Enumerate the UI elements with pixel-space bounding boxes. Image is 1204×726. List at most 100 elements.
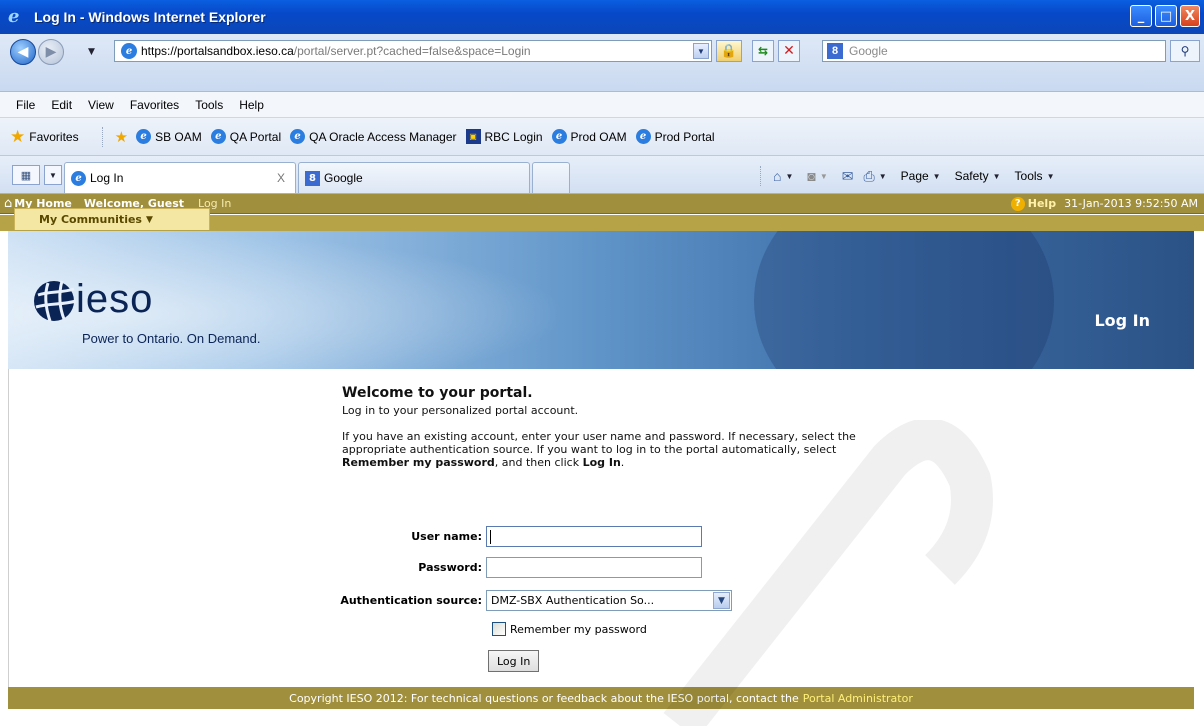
- help-link[interactable]: Help: [1028, 197, 1056, 210]
- safety-menu[interactable]: Safety: [955, 169, 989, 183]
- current-datetime: 31-Jan-2013 9:52:50 AM: [1064, 197, 1198, 210]
- maximize-button[interactable]: □: [1155, 5, 1177, 27]
- remember-password-label[interactable]: Remember my password: [510, 623, 647, 636]
- intro-text: Log in to your personalized portal accou…: [342, 404, 579, 417]
- menu-help[interactable]: Help: [239, 98, 264, 112]
- divider: [760, 166, 761, 186]
- instructions-bold-remember: Remember my password: [342, 456, 495, 469]
- password-row: Password:: [300, 557, 702, 578]
- portal-footer: Copyright IESO 2012: For technical quest…: [8, 687, 1194, 709]
- favorite-prod-oam[interactable]: e Prod OAM: [551, 129, 627, 144]
- menu-favorites[interactable]: Favorites: [130, 98, 179, 112]
- favorite-label: Prod OAM: [570, 129, 627, 144]
- tab-google[interactable]: 8 Google: [298, 162, 530, 193]
- auth-source-select[interactable]: DMZ-SBX Authentication So... ▼: [486, 590, 732, 611]
- favorites-button[interactable]: ★ Favorites: [10, 127, 79, 147]
- home-icon[interactable]: ⌂: [4, 196, 12, 211]
- new-tab-button[interactable]: [532, 162, 570, 193]
- favorite-label: QA Portal: [229, 129, 282, 144]
- banner-decoration: [754, 231, 1054, 369]
- page-title: Log In: [1094, 311, 1150, 330]
- tab-label: Google: [324, 171, 363, 185]
- feeds-icon[interactable]: ◙: [807, 168, 815, 184]
- favorite-qa-portal[interactable]: e QA Portal: [210, 129, 282, 144]
- menu-edit[interactable]: Edit: [51, 98, 72, 112]
- page-icon: e: [121, 43, 137, 59]
- favorite-sb-oam[interactable]: e SB OAM: [136, 129, 202, 144]
- password-field[interactable]: [486, 557, 702, 578]
- text-caret: [490, 530, 491, 544]
- tools-menu[interactable]: Tools: [1015, 169, 1043, 183]
- recent-pages-dropdown[interactable]: ▼: [88, 47, 95, 57]
- menu-file[interactable]: File: [16, 98, 35, 112]
- login-button[interactable]: Log In: [488, 650, 540, 672]
- favorite-prod-portal[interactable]: e Prod Portal: [635, 129, 715, 144]
- chevron-down-icon[interactable]: ▼: [993, 172, 1001, 181]
- menu-bar: File Edit View Favorites Tools Help: [0, 92, 1204, 118]
- close-button[interactable]: X: [1180, 5, 1200, 27]
- back-button[interactable]: ◀: [10, 39, 36, 65]
- tab-label: Log In: [90, 171, 124, 185]
- print-icon[interactable]: ⎙: [864, 168, 875, 185]
- url-scheme: https://: [141, 44, 178, 58]
- auth-source-row: Authentication source: DMZ-SBX Authentic…: [300, 590, 732, 611]
- command-bar: ⌂ ▼ ◙ ▼ ✉ ⎙ ▼ Page ▼ Safety ▼ Tools ▼: [760, 165, 1068, 187]
- favorite-rbc-login[interactable]: ▣ RBC Login: [465, 129, 543, 144]
- ieso-tagline: Power to Ontario. On Demand.: [82, 331, 261, 346]
- ie-page-icon: e: [551, 129, 567, 144]
- search-input[interactable]: 8 Google: [822, 40, 1166, 62]
- ie-page-icon: e: [71, 170, 86, 186]
- my-communities-menu[interactable]: My Communities ▼: [14, 208, 210, 230]
- instructions-bold-login: Log In: [582, 456, 621, 469]
- chevron-down-icon[interactable]: ▼: [820, 172, 828, 181]
- forward-button[interactable]: ▶: [38, 39, 64, 65]
- tab-log-in[interactable]: e Log In X: [64, 162, 296, 193]
- security-lock-icon[interactable]: 🔒: [716, 40, 742, 62]
- search-icon[interactable]: ⚲: [1170, 40, 1200, 62]
- remember-row: Remember my password: [492, 622, 647, 636]
- favorites-star-icon: ★: [10, 126, 26, 146]
- home-icon[interactable]: ⌂: [773, 168, 781, 184]
- window-title-bar: e Log In - Windows Internet Explorer _ □…: [0, 0, 1204, 34]
- footer-text: Copyright IESO 2012: For technical quest…: [289, 691, 799, 705]
- favorite-label: SB OAM: [155, 129, 202, 144]
- chevron-down-icon[interactable]: ▼: [785, 172, 793, 181]
- url-host: portalsandbox.ieso.ca: [177, 44, 294, 58]
- stop-button[interactable]: ✕: [778, 40, 800, 62]
- google-icon: 8: [305, 170, 320, 186]
- portal-administrator-link[interactable]: Portal Administrator: [803, 692, 913, 705]
- page-menu[interactable]: Page: [901, 169, 929, 183]
- menu-tools[interactable]: Tools: [195, 98, 223, 112]
- address-input[interactable]: e https://portalsandbox.ieso.ca/portal/s…: [114, 40, 712, 62]
- remember-password-checkbox[interactable]: [492, 622, 506, 636]
- chevron-down-icon[interactable]: ▼: [879, 172, 887, 181]
- internet-explorer-icon: e: [8, 6, 20, 27]
- close-tab-icon[interactable]: X: [277, 171, 285, 185]
- refresh-button[interactable]: ⇆: [752, 40, 774, 62]
- portal-banner: ieso Power to Ontario. On Demand. Log In: [8, 231, 1194, 369]
- help-icon[interactable]: ?: [1010, 196, 1025, 211]
- divider: [8, 369, 9, 687]
- favorites-bar: ★ Favorites ★ e SB OAM e QA Portal e QA Ora…: [0, 118, 1204, 156]
- minimize-button[interactable]: _: [1130, 5, 1152, 27]
- search-placeholder: Google: [849, 44, 888, 58]
- favorites-label: Favorites: [29, 129, 79, 144]
- tab-list-dropdown[interactable]: ▼: [44, 165, 62, 185]
- chevron-down-icon[interactable]: ▼: [933, 172, 941, 181]
- url-path: /portal/server.pt?cached=false&space=Log…: [293, 44, 531, 58]
- instructions-part-2: , and then click: [494, 456, 580, 469]
- favorite-qa-oracle-access-manager[interactable]: e QA Oracle Access Manager: [290, 129, 457, 144]
- chevron-down-icon[interactable]: ▼: [713, 592, 730, 609]
- rbc-icon: ▣: [465, 129, 481, 144]
- chevron-down-icon[interactable]: ▼: [1047, 172, 1055, 181]
- password-label: Password:: [418, 561, 482, 574]
- menu-view[interactable]: View: [88, 98, 114, 112]
- add-to-favorites-icon[interactable]: ★: [115, 128, 128, 146]
- ie-page-icon: e: [210, 129, 226, 144]
- auth-source-value: DMZ-SBX Authentication So...: [491, 594, 655, 607]
- address-dropdown-icon[interactable]: ▼: [693, 43, 709, 59]
- window-title: Log In - Windows Internet Explorer: [34, 9, 266, 25]
- quick-tabs-icon[interactable]: ▦: [12, 165, 40, 185]
- read-mail-icon[interactable]: ✉: [842, 168, 854, 185]
- username-field[interactable]: [486, 526, 702, 547]
